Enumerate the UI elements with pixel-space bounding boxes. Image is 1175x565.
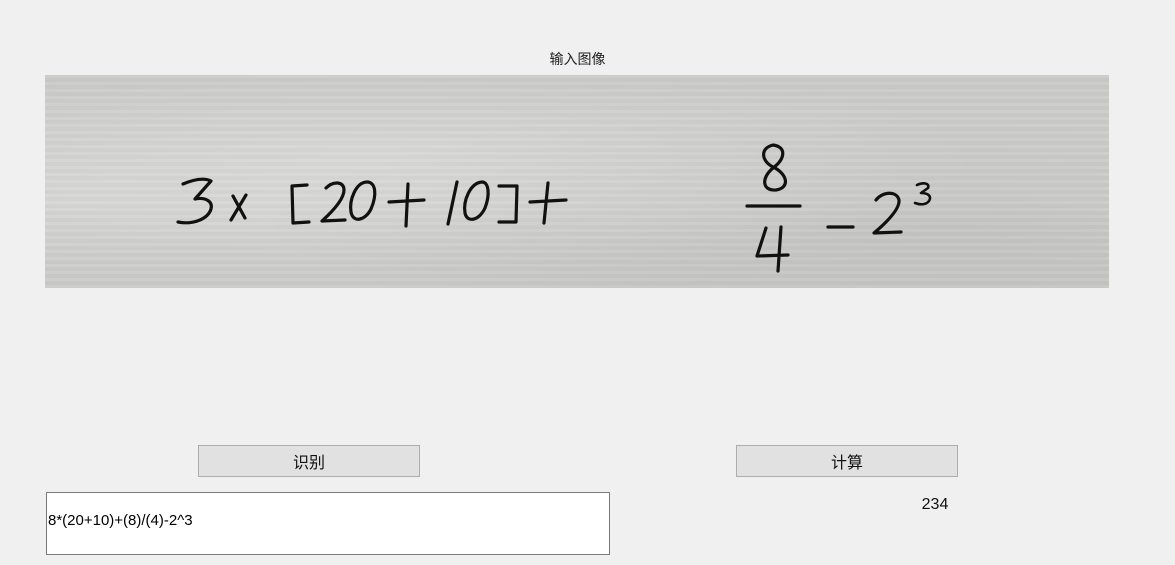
result-value: 234	[921, 496, 949, 513]
hw-plus-2	[528, 181, 568, 225]
recognize-button[interactable]: 识别	[198, 445, 420, 477]
expression-field[interactable]: 8*(20+10)+(8)/(4)-2^3	[46, 492, 610, 555]
hw-digit-1	[446, 180, 459, 226]
hw-digit-8	[762, 143, 787, 192]
hw-left-bracket	[290, 183, 311, 225]
hw-superscript-3	[913, 182, 932, 206]
image-title: 输入图像	[549, 52, 606, 68]
calculator-window: 输入图像 识别 计算 8*(20+10)+(8)/(4)-2^3 234	[0, 0, 1175, 565]
hw-digit-3	[176, 177, 213, 225]
hw-digit-2-b	[872, 191, 903, 235]
hw-digit-0-b	[463, 180, 490, 221]
hw-digit-4	[755, 225, 790, 273]
handwritten-expression-drawing	[176, 143, 932, 273]
hw-digit-0	[349, 180, 377, 221]
hw-plus-1	[387, 182, 426, 228]
hw-times-sign	[229, 193, 248, 222]
calculate-button[interactable]: 计算	[736, 445, 958, 477]
input-image	[45, 75, 1109, 288]
hw-digit-2	[320, 181, 347, 223]
hw-right-bracket	[497, 184, 519, 224]
